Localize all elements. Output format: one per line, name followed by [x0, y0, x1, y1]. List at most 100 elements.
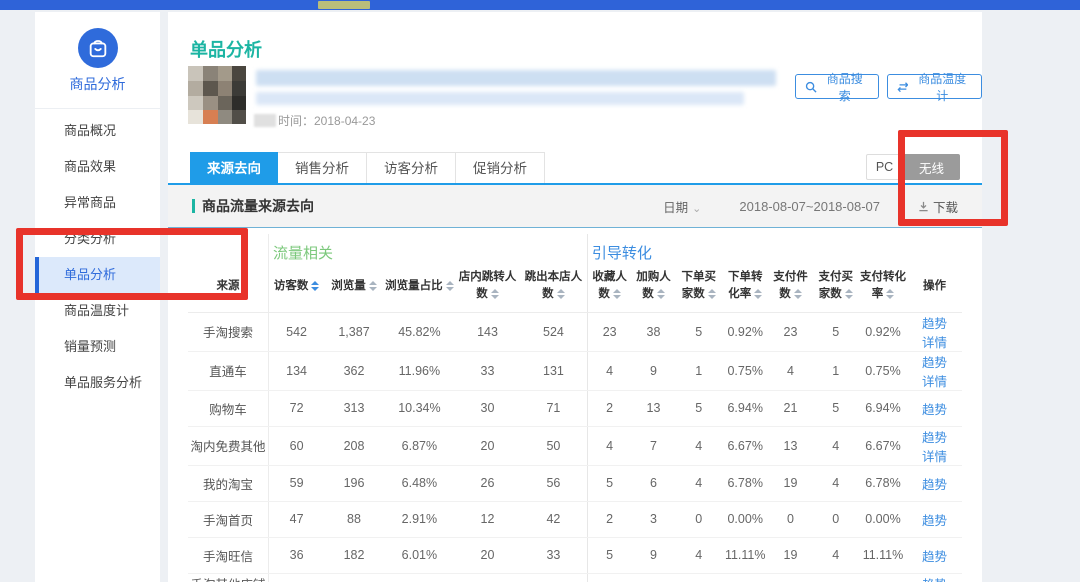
- sidebar-item-7[interactable]: 销量预测: [35, 329, 160, 365]
- sidebar-item-3[interactable]: 异常商品: [35, 185, 160, 221]
- trend-link[interactable]: 趋势: [922, 317, 947, 331]
- value-cell: 4: [676, 537, 722, 573]
- product-thermometer-button[interactable]: 商品温度计: [887, 74, 982, 99]
- value-cell: 0: [768, 573, 812, 582]
- tab-3[interactable]: 访客分析: [367, 152, 456, 185]
- column-header-11[interactable]: 支付件数: [768, 265, 812, 312]
- section-title-wrap: 商品流量来源去向: [192, 196, 314, 216]
- value-cell: 11.11%: [722, 537, 768, 573]
- column-header-10[interactable]: 下单转化率: [722, 265, 768, 312]
- sidebar-item-2[interactable]: 商品效果: [35, 149, 160, 185]
- sort-icon[interactable]: [845, 289, 853, 299]
- tab-4[interactable]: 促销分析: [456, 152, 545, 185]
- trend-link[interactable]: 趋势: [922, 550, 947, 564]
- value-cell: 47: [268, 501, 324, 537]
- value-cell: 0.00%: [859, 573, 907, 582]
- search-icon: [805, 81, 817, 93]
- value-cell: 0: [631, 573, 675, 582]
- header-buttons: 商品搜索 商品温度计: [795, 74, 982, 99]
- sort-icon[interactable]: [886, 289, 894, 299]
- sort-icon[interactable]: [446, 281, 454, 291]
- app-window: 商品分析 商品概况商品效果异常商品分类分析单品分析商品温度计销量预测单品服务分析…: [0, 0, 1080, 582]
- actions-cell: 趋势: [907, 537, 962, 573]
- value-cell: 4: [813, 465, 859, 501]
- column-header-5[interactable]: 店内跳转人数: [455, 265, 520, 312]
- trend-link[interactable]: 趋势: [922, 356, 947, 370]
- value-cell: 72: [268, 390, 324, 426]
- sort-icon[interactable]: [794, 289, 802, 299]
- value-cell: 6.67%: [859, 426, 907, 465]
- table-row: 我的淘宝591966.48%26565646.78%1946.78%趋势: [188, 465, 962, 501]
- sort-icon[interactable]: [369, 281, 377, 291]
- value-cell: 2: [587, 390, 631, 426]
- sort-icon[interactable]: [708, 289, 716, 299]
- source-cell: 购物车: [188, 390, 268, 426]
- value-cell: 6.67%: [722, 426, 768, 465]
- value-cell: 71: [520, 390, 587, 426]
- table-row: 手淘搜索5421,38745.82%143524233850.92%2350.9…: [188, 312, 962, 351]
- trend-link[interactable]: 趋势: [922, 478, 947, 492]
- content-card: 单品分析 时间：2018-04-23 商品搜索 商品温度计 来源去向销售分析访客…: [168, 12, 982, 582]
- value-cell: 38: [631, 312, 675, 351]
- sort-icon[interactable]: [613, 289, 621, 299]
- column-header-9[interactable]: 下单买家数: [676, 265, 722, 312]
- group-header-spacer: [907, 234, 962, 265]
- value-cell: 4: [813, 537, 859, 573]
- column-header-3[interactable]: 浏览量: [324, 265, 384, 312]
- column-header-6[interactable]: 跳出本店人数: [520, 265, 587, 312]
- trend-link[interactable]: 趋势: [922, 431, 947, 445]
- tab-1[interactable]: 来源去向: [190, 152, 278, 185]
- actions-cell: 趋势详情: [907, 426, 962, 465]
- value-cell: 26: [455, 465, 520, 501]
- value-cell: 4: [813, 426, 859, 465]
- source-cell: 直通车: [188, 351, 268, 390]
- value-cell: 6.78%: [859, 465, 907, 501]
- value-cell: 21: [768, 390, 812, 426]
- annotation-box-wireless-toggle: [898, 130, 1008, 226]
- value-cell: 11.96%: [384, 351, 455, 390]
- detail-link[interactable]: 详情: [922, 450, 947, 464]
- tab-2[interactable]: 销售分析: [278, 152, 367, 185]
- source-cell: 我的淘宝: [188, 465, 268, 501]
- value-cell: 4: [587, 351, 631, 390]
- column-header-12[interactable]: 支付买家数: [813, 265, 859, 312]
- actions-cell: 趋势: [907, 501, 962, 537]
- sort-icon[interactable]: [491, 289, 499, 299]
- publish-time-text: 时间：2018-04-23: [278, 112, 375, 129]
- value-cell: 208: [324, 426, 384, 465]
- sidebar-title: 商品分析: [35, 74, 160, 108]
- detail-link[interactable]: 详情: [922, 375, 947, 389]
- sort-icon[interactable]: [311, 281, 319, 291]
- trend-link[interactable]: 趋势: [922, 514, 947, 528]
- sort-icon[interactable]: [754, 289, 762, 299]
- sidebar-item-1[interactable]: 商品概况: [35, 113, 160, 149]
- column-header-4[interactable]: 浏览量占比: [384, 265, 455, 312]
- section-title-accent-bar: [192, 199, 195, 213]
- value-cell: 60: [268, 426, 324, 465]
- source-cell: 手淘旺信: [188, 537, 268, 573]
- date-filter-dropdown[interactable]: 日期⌄: [663, 197, 701, 216]
- column-header-7[interactable]: 收藏人数: [587, 265, 631, 312]
- sort-icon[interactable]: [657, 289, 665, 299]
- swap-arrows-icon: [897, 81, 909, 93]
- column-header-8[interactable]: 加购人数: [631, 265, 675, 312]
- trend-link[interactable]: 趋势: [922, 403, 947, 417]
- trend-link[interactable]: 趋势: [922, 578, 947, 582]
- product-search-button[interactable]: 商品搜索: [795, 74, 879, 99]
- sort-icon[interactable]: [557, 289, 565, 299]
- value-cell: 1: [813, 351, 859, 390]
- column-header-13[interactable]: 支付转化率: [859, 265, 907, 312]
- value-cell: 5: [587, 465, 631, 501]
- sidebar-item-8[interactable]: 单品服务分析: [35, 365, 160, 401]
- source-cell: 手淘首页: [188, 501, 268, 537]
- value-cell: 2: [587, 501, 631, 537]
- value-cell: 0.00%: [722, 573, 768, 582]
- column-header-2[interactable]: 访客数: [268, 265, 324, 312]
- value-cell: 0.75%: [859, 351, 907, 390]
- browser-topbar: [0, 0, 1080, 10]
- section-title: 商品流量来源去向: [202, 196, 314, 216]
- value-cell: 36: [268, 537, 324, 573]
- detail-link[interactable]: 详情: [922, 336, 947, 350]
- value-cell: 56: [520, 465, 587, 501]
- value-cell: 0: [676, 573, 722, 582]
